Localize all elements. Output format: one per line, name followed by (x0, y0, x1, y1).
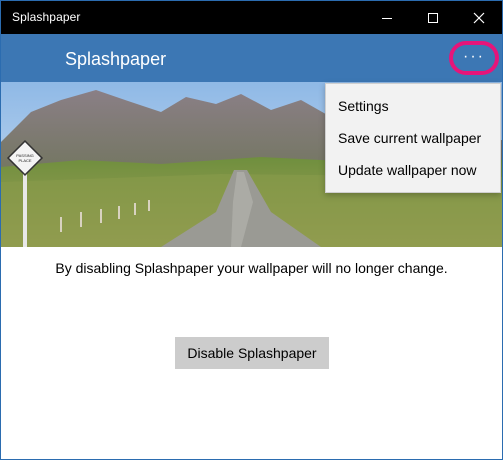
app-header: Splashpaper (1, 34, 502, 82)
minimize-icon (382, 17, 392, 19)
menu-item-update-wallpaper-now[interactable]: Update wallpaper now (326, 154, 500, 186)
close-button[interactable] (456, 1, 502, 34)
menu-item-settings[interactable]: Settings (326, 90, 500, 122)
window-titlebar[interactable]: Splashpaper (1, 1, 502, 34)
minimize-button[interactable] (364, 1, 410, 34)
maximize-button[interactable] (410, 1, 456, 34)
more-ellipsis-icon: ··· (463, 47, 485, 65)
app-title: Splashpaper (65, 49, 167, 69)
app-window: Splashpaper Splashpaper PASSING PLACE ··… (0, 0, 503, 460)
overflow-menu: Settings Save current wallpaper Update w… (325, 83, 501, 193)
menu-item-save-current-wallpaper[interactable]: Save current wallpaper (326, 122, 500, 154)
disable-info-text: By disabling Splashpaper your wallpaper … (55, 260, 448, 276)
disable-splashpaper-button[interactable]: Disable Splashpaper (175, 337, 329, 369)
maximize-icon (428, 12, 438, 23)
window-title: Splashpaper (12, 10, 81, 24)
sign-text-line2: PLACE (18, 158, 31, 163)
close-icon (473, 12, 485, 23)
more-options-button[interactable]: ··· (449, 41, 499, 75)
